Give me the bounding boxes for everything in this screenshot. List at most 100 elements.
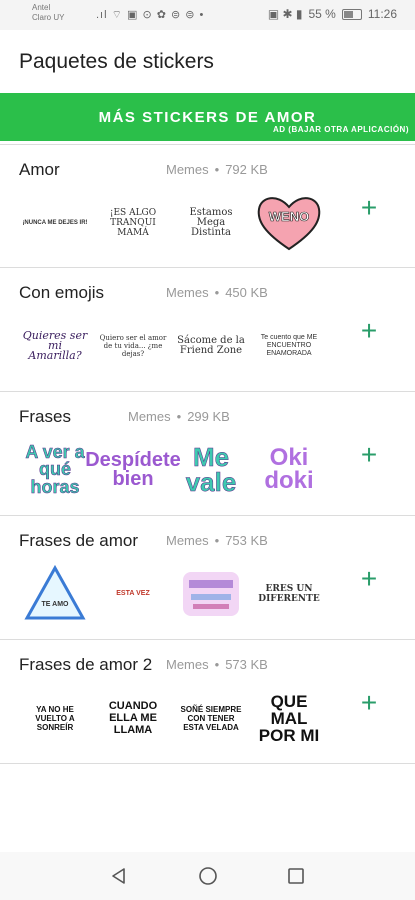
sticker-pack-row[interactable]: Con emojis Memes • 450 KB Quieres ser mi A…	[0, 268, 415, 392]
carrier-info: Antel Claro UY	[32, 3, 64, 23]
recents-icon[interactable]	[284, 864, 308, 888]
add-pack-button[interactable]: +	[357, 689, 381, 717]
sticker-pack-list: Amor Memes • 792 KB ¡NUNCA ME DEJES IR! ¡E…	[0, 144, 415, 764]
app-bar: Paquetes de stickers	[0, 30, 415, 92]
sticker-preview: ERES UN DIFERENTE	[254, 562, 324, 626]
sticker-preview: YA NO HE VUELTO A SONREÍR	[20, 686, 90, 750]
sticker-preview: Despídete bien	[85, 438, 181, 502]
sticker-preview	[176, 562, 246, 626]
battery-fill	[343, 10, 353, 18]
sticker-preview: Me vale	[176, 438, 246, 502]
sticker-preview: SOÑÉ SIEMPRE CON TENER ESTA VELADA	[176, 686, 246, 750]
notification-icons: .ıl ⌔ ▣ ⊙ ✿ ⊜ ⊜ •	[96, 9, 205, 21]
sticker-preview-strip: YA NO HE VUELTO A SONREÍR CUANDO ELLA ME…	[20, 686, 324, 750]
sticker-text: Quieres ser mi Amarilla?	[22, 329, 88, 362]
sticker-preview: A ver a qué horas	[20, 438, 90, 502]
pack-size: 299 KB	[187, 409, 230, 424]
clock: 11:26	[367, 7, 397, 21]
sticker-preview: Oki doki	[254, 438, 324, 502]
sticker-preview: Sácome de la Friend Zone	[176, 314, 246, 378]
sticker-text: Sácome de la Friend Zone	[177, 335, 245, 356]
carrier-name-1: Antel	[32, 3, 51, 12]
pastel-sticker	[183, 572, 239, 616]
sticker-text: QUE MAL POR MI	[258, 691, 320, 745]
sticker-preview: TE AMO	[20, 562, 90, 626]
back-icon[interactable]	[107, 864, 131, 888]
pack-meta: Memes • 792 KB	[166, 162, 268, 177]
triangle-sticker: TE AMO	[24, 564, 86, 620]
sticker-preview: QUE MAL POR MI	[254, 686, 324, 750]
sticker-text: ¡NUNCA ME DEJES IR!	[22, 220, 88, 226]
add-pack-button[interactable]: +	[357, 441, 381, 469]
sticker-preview: Estamos Mega Distinta	[176, 191, 246, 255]
battery-percent: 55 %	[308, 7, 336, 21]
sticker-preview: WENO	[254, 191, 324, 255]
heart-sticker: WENO	[257, 197, 321, 251]
page-title: Paquetes de stickers	[19, 50, 214, 73]
sticker-preview: ESTA VEZ	[98, 562, 168, 626]
meta-separator: •	[214, 533, 220, 548]
sticker-text: ¡ES ALGO TRANQUI MAMÁ	[109, 208, 157, 238]
add-pack-button[interactable]: +	[357, 194, 381, 222]
sticker-text: Te cuento que ME ENCUENTRO ENAMORADA	[260, 334, 318, 357]
home-icon[interactable]	[196, 864, 220, 888]
status-right: ▣ ✱ ▮ 55 % 11:26	[268, 7, 397, 21]
sticker-preview: CUANDO ELLA ME LLAMA	[98, 686, 168, 750]
sticker-text: ESTA VEZ	[116, 590, 150, 597]
sticker-text: YA NO HE VUELTO A SONREÍR	[35, 704, 75, 732]
add-pack-button[interactable]: +	[357, 317, 381, 345]
sticker-preview-strip: A ver a qué horas Despídete bien Me vale…	[20, 438, 324, 502]
pack-author: Memes	[166, 657, 209, 672]
sticker-preview: Quieres ser mi Amarilla?	[20, 314, 90, 378]
pack-name: Amor	[19, 160, 60, 179]
pack-meta: Memes • 753 KB	[166, 533, 268, 548]
pack-meta: Memes • 450 KB	[166, 285, 268, 300]
sticker-text: CUANDO ELLA ME LLAMA	[108, 700, 158, 736]
sticker-text: Quiero ser el amor de tu vida... ¿me dej…	[99, 334, 167, 358]
meta-separator: •	[214, 285, 220, 300]
banner-ad-label: AD (BAJAR OTRA APLICACIÓN)	[273, 125, 409, 134]
carrier-name-2: Claro UY	[32, 13, 65, 22]
pack-size: 753 KB	[225, 533, 268, 548]
sticker-preview: Te cuento que ME ENCUENTRO ENAMORADA	[254, 314, 324, 378]
pack-name: Frases de amor 2	[19, 655, 153, 674]
sticker-text: ERES UN DIFERENTE	[258, 584, 320, 604]
sticker-preview: ¡ES ALGO TRANQUI MAMÁ	[98, 191, 168, 255]
pack-name: Con emojis	[19, 283, 105, 302]
pack-meta: Memes • 299 KB	[128, 409, 230, 424]
meta-separator: •	[176, 409, 182, 424]
sticker-preview: Quiero ser el amor de tu vida... ¿me dej…	[98, 314, 168, 378]
sticker-preview: ¡NUNCA ME DEJES IR!	[20, 191, 90, 255]
pack-author: Memes	[166, 533, 209, 548]
sticker-text: Despídete bien	[85, 449, 181, 490]
sticker-pack-row[interactable]: Amor Memes • 792 KB ¡NUNCA ME DEJES IR! ¡E…	[0, 144, 415, 268]
meta-separator: •	[214, 657, 220, 672]
battery-icon	[341, 8, 362, 20]
sticker-text: Oki doki	[264, 444, 314, 494]
pack-author: Memes	[166, 162, 209, 177]
more-stickers-banner[interactable]: MÁS STICKERS DE AMOR AD (BAJAR OTRA APLI…	[0, 93, 415, 141]
sticker-pack-row[interactable]: Frases de amor 2 Memes • 573 KB YA NO HE V…	[0, 640, 415, 764]
sticker-preview-strip: ¡NUNCA ME DEJES IR! ¡ES ALGO TRANQUI MAM…	[20, 191, 324, 255]
sticker-text: SOÑÉ SIEMPRE CON TENER ESTA VELADA	[180, 704, 242, 732]
system-icons: ▣ ✱ ▮	[267, 7, 303, 21]
sticker-preview-strip: Quieres ser mi Amarilla? Quiero ser el a…	[20, 314, 324, 378]
sticker-pack-row[interactable]: Frases de amor Memes • 753 KB TE AMO ESTA …	[0, 516, 415, 640]
sticker-text: WENO	[269, 209, 309, 224]
banner-title: MÁS STICKERS DE AMOR	[98, 109, 317, 126]
pack-size: 450 KB	[225, 285, 268, 300]
pack-size: 573 KB	[225, 657, 268, 672]
sticker-text: Estamos Mega Distinta	[189, 207, 233, 238]
meta-separator: •	[214, 162, 220, 177]
add-pack-button[interactable]: +	[357, 565, 381, 593]
sticker-pack-row[interactable]: Frases Memes • 299 KB A ver a qué horas De…	[0, 392, 415, 516]
pack-meta: Memes • 573 KB	[166, 657, 268, 672]
sticker-text: TE AMO	[42, 601, 70, 608]
sticker-text: Me vale	[185, 442, 237, 497]
pack-size: 792 KB	[225, 162, 268, 177]
sticker-preview-strip: TE AMO ESTA VEZ ERES UN DIFERENTE	[20, 562, 324, 626]
pack-author: Memes	[128, 409, 171, 424]
pack-name: Frases de amor	[19, 531, 139, 550]
status-bar: Antel Claro UY .ıl ⌔ ▣ ⊙ ✿ ⊜ ⊜ • ▣ ✱ ▮ 5…	[0, 0, 415, 30]
pack-author: Memes	[166, 285, 209, 300]
